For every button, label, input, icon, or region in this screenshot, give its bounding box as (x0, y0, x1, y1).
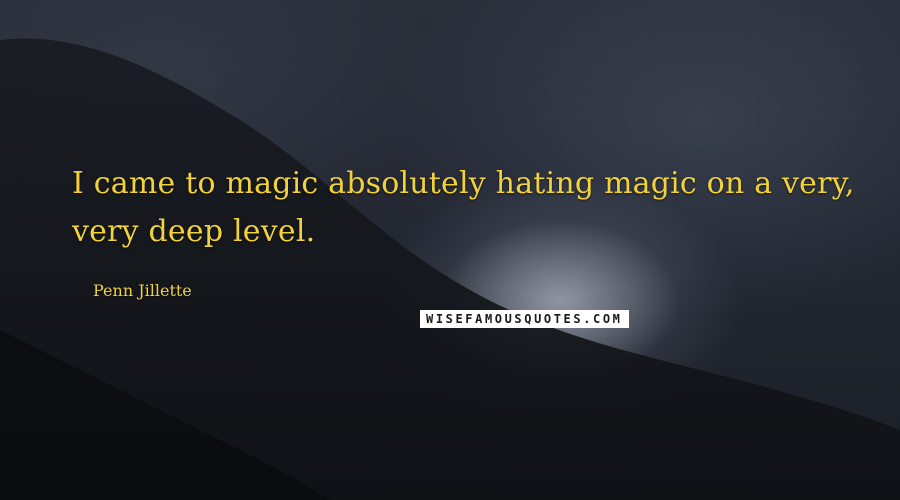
quote-text: I came to magic absolutely hating magic … (72, 166, 855, 249)
quote-author: Penn Jillette (93, 281, 192, 300)
watermark-logo: WISEFAMOUSQUOTES.COM (420, 310, 629, 328)
quote-image: I came to magic absolutely hating magic … (0, 0, 900, 500)
